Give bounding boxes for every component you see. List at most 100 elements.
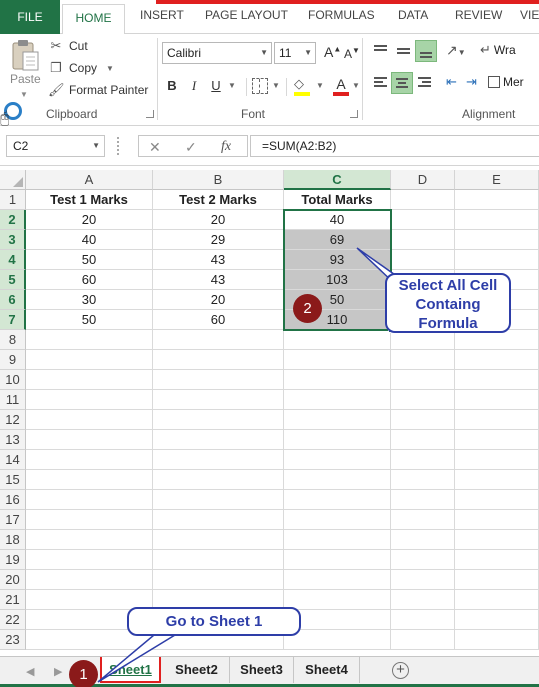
- tab-insert[interactable]: INSERT: [140, 8, 184, 28]
- row-header-16[interactable]: 16: [0, 490, 26, 510]
- cell-b3[interactable]: 29: [153, 230, 284, 250]
- add-sheet-button[interactable]: +: [392, 662, 409, 679]
- row-header-20[interactable]: 20: [0, 570, 26, 590]
- bottom-align-button[interactable]: [415, 40, 437, 62]
- cell-e13[interactable]: [455, 430, 539, 450]
- cell-c20[interactable]: [284, 570, 391, 590]
- font-size-select[interactable]: 11 ▼: [274, 42, 316, 64]
- row-header-14[interactable]: 14: [0, 450, 26, 470]
- cell-a9[interactable]: [26, 350, 153, 370]
- cell-e2[interactable]: [455, 210, 539, 230]
- cell-e4[interactable]: [455, 250, 539, 270]
- font-color-button[interactable]: A: [332, 76, 350, 96]
- cell-d22[interactable]: [391, 610, 455, 630]
- row-header-19[interactable]: 19: [0, 550, 26, 570]
- copy-dropdown-icon[interactable]: ▼: [106, 64, 114, 73]
- column-header-e[interactable]: E: [455, 170, 539, 190]
- cell-d11[interactable]: [391, 390, 455, 410]
- orientation-button[interactable]: ↗▼: [446, 42, 466, 59]
- cell-e15[interactable]: [455, 470, 539, 490]
- underline-button[interactable]: U: [206, 76, 226, 96]
- cell-e10[interactable]: [455, 370, 539, 390]
- cell-b10[interactable]: [153, 370, 284, 390]
- wrap-text-button[interactable]: ↵ Wra: [480, 42, 516, 58]
- next-sheet-arrow-icon[interactable]: ▶: [54, 665, 62, 678]
- cell-c2[interactable]: 40: [284, 210, 391, 230]
- cell-d19[interactable]: [391, 550, 455, 570]
- align-right-button[interactable]: [414, 72, 436, 94]
- cell-c17[interactable]: [284, 510, 391, 530]
- cell-a3[interactable]: 40: [26, 230, 153, 250]
- column-header-a[interactable]: A: [26, 170, 153, 190]
- cell-e20[interactable]: [455, 570, 539, 590]
- cell-c10[interactable]: [284, 370, 391, 390]
- cell-b5[interactable]: 43: [153, 270, 284, 290]
- cell-e22[interactable]: [455, 610, 539, 630]
- cell-b7[interactable]: 60: [153, 310, 284, 330]
- cell-c8[interactable]: [284, 330, 391, 350]
- row-header-8[interactable]: 8: [0, 330, 26, 350]
- cut-button[interactable]: ✂ Cut: [48, 36, 88, 56]
- cell-e14[interactable]: [455, 450, 539, 470]
- copy-button[interactable]: ❐ Copy ▼: [48, 58, 114, 78]
- cell-e8[interactable]: [455, 330, 539, 350]
- cell-b20[interactable]: [153, 570, 284, 590]
- row-header-18[interactable]: 18: [0, 530, 26, 550]
- tab-review[interactable]: REVIEW: [455, 8, 502, 28]
- cell-d8[interactable]: [391, 330, 455, 350]
- cell-c4[interactable]: 93: [284, 250, 391, 270]
- cell-b9[interactable]: [153, 350, 284, 370]
- cell-d18[interactable]: [391, 530, 455, 550]
- cell-c3[interactable]: 69: [284, 230, 391, 250]
- cell-c1[interactable]: Total Marks: [284, 190, 391, 210]
- cell-d17[interactable]: [391, 510, 455, 530]
- borders-button[interactable]: [252, 78, 268, 94]
- decrease-indent-button[interactable]: ⇤: [446, 74, 457, 90]
- paste-label[interactable]: Paste: [10, 72, 41, 86]
- shrink-font-button[interactable]: A▼: [344, 46, 360, 61]
- cell-c23[interactable]: [284, 630, 391, 650]
- cell-a15[interactable]: [26, 470, 153, 490]
- cell-e18[interactable]: [455, 530, 539, 550]
- cell-a1[interactable]: Test 1 Marks: [26, 190, 153, 210]
- cell-d16[interactable]: [391, 490, 455, 510]
- cell-a10[interactable]: [26, 370, 153, 390]
- cell-a17[interactable]: [26, 510, 153, 530]
- row-header-10[interactable]: 10: [0, 370, 26, 390]
- cell-c5[interactable]: 103: [284, 270, 391, 290]
- row-header-12[interactable]: 12: [0, 410, 26, 430]
- align-center-button[interactable]: [391, 72, 413, 94]
- cell-d12[interactable]: [391, 410, 455, 430]
- cell-b13[interactable]: [153, 430, 284, 450]
- enter-icon[interactable]: ✓: [185, 139, 197, 156]
- cell-e16[interactable]: [455, 490, 539, 510]
- insert-function-icon[interactable]: fx: [221, 139, 231, 155]
- cell-b14[interactable]: [153, 450, 284, 470]
- bold-button[interactable]: B: [162, 76, 182, 96]
- cell-b12[interactable]: [153, 410, 284, 430]
- row-header-9[interactable]: 9: [0, 350, 26, 370]
- borders-dropdown-icon[interactable]: ▼: [272, 81, 280, 90]
- cell-c21[interactable]: [284, 590, 391, 610]
- format-painter-button[interactable]: 🖌 Format Painter: [48, 80, 148, 100]
- cell-b8[interactable]: [153, 330, 284, 350]
- cell-b18[interactable]: [153, 530, 284, 550]
- cell-d15[interactable]: [391, 470, 455, 490]
- cell-d14[interactable]: [391, 450, 455, 470]
- tab-data[interactable]: DATA: [398, 8, 428, 28]
- cell-d3[interactable]: [391, 230, 455, 250]
- font-launcher-icon[interactable]: [350, 110, 358, 118]
- row-header-11[interactable]: 11: [0, 390, 26, 410]
- tab-home[interactable]: HOME: [62, 4, 125, 35]
- cell-b16[interactable]: [153, 490, 284, 510]
- cell-b17[interactable]: [153, 510, 284, 530]
- cell-d1[interactable]: [391, 190, 455, 210]
- cell-a11[interactable]: [26, 390, 153, 410]
- paste-dropdown-icon[interactable]: ▼: [20, 90, 28, 99]
- cell-e19[interactable]: [455, 550, 539, 570]
- cell-a2[interactable]: 20: [26, 210, 153, 230]
- tab-view[interactable]: VIE: [520, 8, 539, 28]
- sheet-tab-sheet3[interactable]: Sheet3: [230, 657, 294, 683]
- row-header-7[interactable]: 7: [0, 310, 26, 330]
- cell-e3[interactable]: [455, 230, 539, 250]
